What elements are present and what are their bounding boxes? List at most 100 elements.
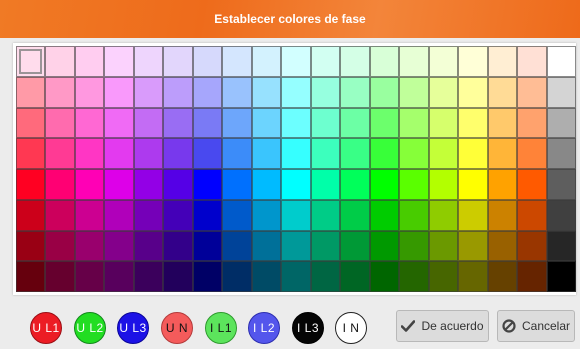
color-swatch[interactable] <box>222 107 252 139</box>
color-swatch[interactable] <box>487 230 518 262</box>
color-swatch[interactable] <box>517 169 547 200</box>
color-swatch[interactable] <box>487 76 518 108</box>
color-swatch[interactable] <box>281 261 311 292</box>
color-swatch[interactable] <box>133 46 164 77</box>
color-swatch[interactable] <box>487 169 518 200</box>
color-swatch[interactable] <box>74 107 105 139</box>
color-swatch[interactable] <box>16 169 46 200</box>
color-swatch[interactable] <box>310 76 341 108</box>
color-swatch[interactable] <box>369 76 400 108</box>
color-swatch[interactable] <box>487 261 518 292</box>
color-swatch[interactable] <box>310 261 341 292</box>
phase-i-l2-button[interactable]: I L2 <box>248 312 280 344</box>
color-swatch[interactable] <box>133 230 164 262</box>
color-swatch[interactable] <box>16 261 46 292</box>
color-swatch[interactable] <box>369 138 400 169</box>
color-swatch[interactable] <box>428 76 459 108</box>
color-swatch[interactable] <box>487 199 518 231</box>
color-swatch[interactable] <box>104 169 134 200</box>
color-swatch[interactable] <box>487 138 518 169</box>
color-swatch[interactable] <box>133 199 164 231</box>
color-swatch[interactable] <box>251 230 282 262</box>
color-swatch[interactable] <box>45 169 75 200</box>
color-swatch[interactable] <box>104 76 134 108</box>
color-swatch[interactable] <box>340 76 370 108</box>
color-swatch[interactable] <box>369 261 400 292</box>
color-swatch[interactable] <box>517 46 547 77</box>
color-swatch[interactable] <box>281 199 311 231</box>
color-swatch[interactable] <box>45 46 75 77</box>
color-swatch[interactable] <box>281 169 311 200</box>
color-swatch[interactable] <box>428 107 459 139</box>
color-swatch[interactable] <box>163 76 193 108</box>
color-swatch[interactable] <box>546 169 576 200</box>
color-swatch[interactable] <box>251 46 282 77</box>
color-swatch[interactable] <box>16 230 46 262</box>
color-swatch[interactable] <box>163 230 193 262</box>
color-swatch[interactable] <box>428 199 459 231</box>
color-swatch[interactable] <box>163 46 193 77</box>
phase-u-l3-button[interactable]: U L3 <box>117 312 149 344</box>
color-swatch[interactable] <box>133 169 164 200</box>
color-swatch[interactable] <box>546 107 576 139</box>
color-swatch[interactable] <box>192 261 223 292</box>
color-swatch[interactable] <box>74 46 105 77</box>
color-swatch[interactable] <box>74 169 105 200</box>
color-swatch[interactable] <box>133 261 164 292</box>
color-swatch[interactable] <box>222 169 252 200</box>
color-swatch[interactable] <box>104 230 134 262</box>
color-swatch[interactable] <box>16 199 46 231</box>
color-swatch[interactable] <box>310 230 341 262</box>
color-swatch[interactable] <box>104 107 134 139</box>
color-swatch[interactable] <box>369 107 400 139</box>
color-swatch[interactable] <box>399 261 429 292</box>
color-swatch[interactable] <box>281 230 311 262</box>
color-swatch[interactable] <box>546 261 576 292</box>
color-swatch[interactable] <box>546 199 576 231</box>
color-swatch[interactable] <box>487 46 518 77</box>
color-swatch[interactable] <box>104 138 134 169</box>
color-swatch[interactable] <box>487 107 518 139</box>
color-swatch[interactable] <box>222 76 252 108</box>
phase-i-l1-button[interactable]: I L1 <box>205 312 237 344</box>
color-swatch[interactable] <box>133 138 164 169</box>
color-swatch[interactable] <box>16 107 46 139</box>
color-swatch[interactable] <box>310 169 341 200</box>
color-swatch[interactable] <box>458 107 488 139</box>
color-swatch[interactable] <box>428 261 459 292</box>
cancel-button[interactable]: Cancelar <box>497 310 575 342</box>
color-swatch[interactable] <box>192 230 223 262</box>
color-swatch[interactable] <box>222 261 252 292</box>
color-swatch[interactable] <box>104 199 134 231</box>
color-swatch[interactable] <box>192 107 223 139</box>
color-swatch[interactable] <box>399 138 429 169</box>
color-swatch[interactable] <box>517 107 547 139</box>
color-swatch[interactable] <box>281 76 311 108</box>
color-swatch[interactable] <box>104 261 134 292</box>
color-swatch[interactable] <box>281 46 311 77</box>
color-swatch[interactable] <box>458 76 488 108</box>
color-swatch[interactable] <box>163 261 193 292</box>
color-swatch[interactable] <box>251 76 282 108</box>
color-swatch[interactable] <box>45 76 75 108</box>
color-swatch[interactable] <box>222 46 252 77</box>
color-swatch[interactable] <box>369 169 400 200</box>
color-swatch[interactable] <box>45 138 75 169</box>
color-swatch[interactable] <box>222 199 252 231</box>
color-swatch[interactable] <box>369 46 400 77</box>
color-swatch[interactable] <box>458 138 488 169</box>
color-swatch[interactable] <box>428 138 459 169</box>
color-swatch[interactable] <box>310 138 341 169</box>
color-swatch[interactable] <box>517 261 547 292</box>
phase-u-l1-button[interactable]: U L1 <box>30 312 62 344</box>
color-swatch[interactable] <box>310 107 341 139</box>
color-swatch[interactable] <box>192 199 223 231</box>
color-swatch[interactable] <box>458 230 488 262</box>
phase-u-l2-button[interactable]: U L2 <box>74 312 106 344</box>
color-swatch[interactable] <box>163 199 193 231</box>
color-swatch[interactable] <box>163 107 193 139</box>
color-swatch[interactable] <box>222 230 252 262</box>
color-swatch[interactable] <box>74 138 105 169</box>
color-swatch[interactable] <box>428 230 459 262</box>
color-swatch[interactable] <box>458 261 488 292</box>
